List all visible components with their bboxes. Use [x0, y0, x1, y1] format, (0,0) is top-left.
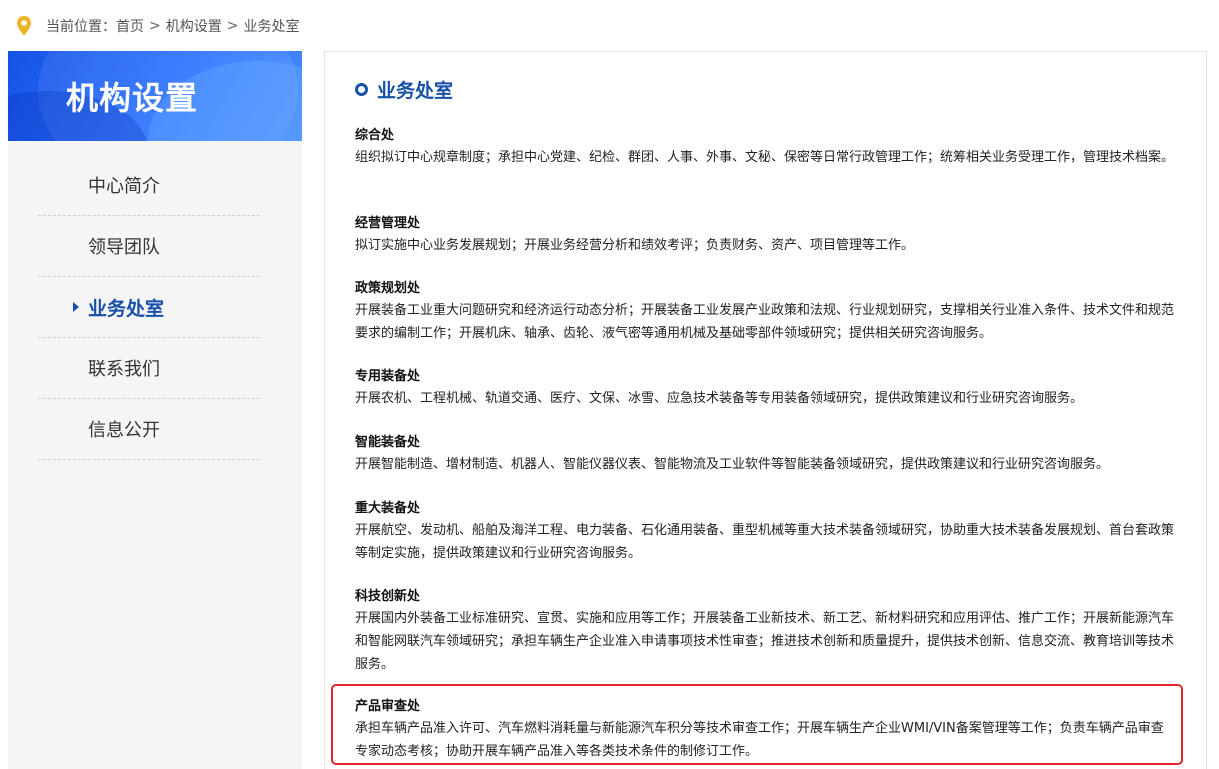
breadcrumb-separator: >	[226, 18, 239, 34]
sidebar-item-label: 领导团队	[88, 237, 160, 258]
department-desc: 拟订实施中心业务发展规划；开展业务经营分析和绩效考评；负责财务、资产、项目管理等…	[355, 238, 915, 253]
sidebar-item-label: 信息公开	[88, 420, 160, 441]
sidebar-title: 机构设置	[66, 79, 199, 117]
sidebar-item-departments[interactable]: 业务处室	[38, 277, 260, 338]
breadcrumb: 当前位置： 首页 > 机构设置 > 业务处室	[16, 14, 299, 38]
sidebar-item-label: 中心简介	[88, 176, 160, 197]
department-item: 综合处 组织拟订中心规章制度；承担中心党建、纪检、群团、人事、外事、文秘、保密等…	[355, 126, 1175, 169]
section-title: 业务处室	[355, 76, 453, 103]
department-item: 科技创新处 开展国内外装备工业标准研究、宣贯、实施和应用等工作；开展装备工业新技…	[355, 587, 1175, 676]
sidebar-item-contact[interactable]: 联系我们	[38, 338, 260, 399]
circle-bullet-icon	[355, 83, 368, 96]
breadcrumb-home-link[interactable]: 首页	[116, 16, 144, 36]
main-content: 业务处室 综合处 组织拟订中心规章制度；承担中心党建、纪检、群团、人事、外事、文…	[324, 51, 1207, 769]
department-desc: 开展国内外装备工业标准研究、宣贯、实施和应用等工作；开展装备工业新技术、新工艺、…	[355, 611, 1175, 672]
department-item: 重大装备处 开展航空、发动机、船舶及海洋工程、电力装备、石化通用装备、重型机械等…	[355, 499, 1175, 565]
sidebar-item-label: 业务处室	[88, 297, 165, 320]
breadcrumb-prefix: 当前位置：	[46, 19, 116, 35]
department-name: 智能装备处	[355, 435, 421, 450]
department-item: 专用装备处 开展农机、工程机械、轨道交通、医疗、文保、冰雪、应急技术装备等专用装…	[355, 367, 1175, 410]
sidebar-item-disclosure[interactable]: 信息公开	[38, 399, 260, 460]
department-item: 产品审查处 承担车辆产品准入许可、汽车燃料消耗量与新能源汽车积分等技术审查工作；…	[355, 697, 1175, 763]
department-name: 产品审查处	[355, 699, 421, 714]
department-item: 政策规划处 开展装备工业重大问题研究和经济运行动态分析；开展装备工业发展产业政策…	[355, 279, 1175, 345]
breadcrumb-org-link[interactable]: 机构设置	[166, 16, 222, 36]
sidebar: 机构设置 中心简介 领导团队 业务处室 联系我们 信息公开	[8, 51, 302, 769]
department-name: 科技创新处	[355, 589, 421, 604]
caret-right-icon	[73, 302, 79, 312]
department-name: 综合处	[355, 128, 395, 143]
breadcrumb-current: 业务处室	[243, 19, 300, 35]
department-desc: 开展智能制造、增材制造、机器人、智能仪器仪表、智能物流及工业软件等智能装备领域研…	[355, 457, 1110, 472]
department-name: 重大装备处	[355, 501, 421, 516]
department-name: 经营管理处	[355, 216, 421, 231]
breadcrumb-separator: >	[149, 18, 161, 34]
sidebar-banner: 机构设置	[8, 51, 302, 141]
sidebar-item-intro[interactable]: 中心简介	[38, 141, 260, 216]
department-desc: 承担车辆产品准入许可、汽车燃料消耗量与新能源汽车积分等技术审查工作；开展车辆生产…	[355, 721, 1164, 759]
department-name: 专用装备处	[355, 369, 421, 384]
sidebar-nav: 中心简介 领导团队 业务处室 联系我们 信息公开	[38, 141, 260, 460]
department-desc: 组织拟订中心规章制度；承担中心党建、纪检、群团、人事、外事、文秘、保密等日常行政…	[355, 150, 1175, 165]
sidebar-item-label: 联系我们	[88, 359, 160, 380]
department-item: 智能装备处 开展智能制造、增材制造、机器人、智能仪器仪表、智能物流及工业软件等智…	[355, 433, 1175, 476]
section-title-text: 业务处室	[377, 80, 454, 102]
department-desc: 开展装备工业重大问题研究和经济运行动态分析；开展装备工业发展产业政策和法规、行业…	[355, 303, 1175, 341]
sidebar-item-leadership[interactable]: 领导团队	[38, 216, 260, 277]
location-pin-icon	[17, 16, 31, 36]
department-item: 经营管理处 拟订实施中心业务发展规划；开展业务经营分析和绩效考评；负责财务、资产…	[355, 214, 1175, 257]
department-desc: 开展农机、工程机械、轨道交通、医疗、文保、冰雪、应急技术装备等专用装备领域研究，…	[355, 391, 1084, 406]
department-name: 政策规划处	[355, 281, 421, 296]
department-desc: 开展航空、发动机、船舶及海洋工程、电力装备、石化通用装备、重型机械等重大技术装备…	[355, 523, 1175, 561]
